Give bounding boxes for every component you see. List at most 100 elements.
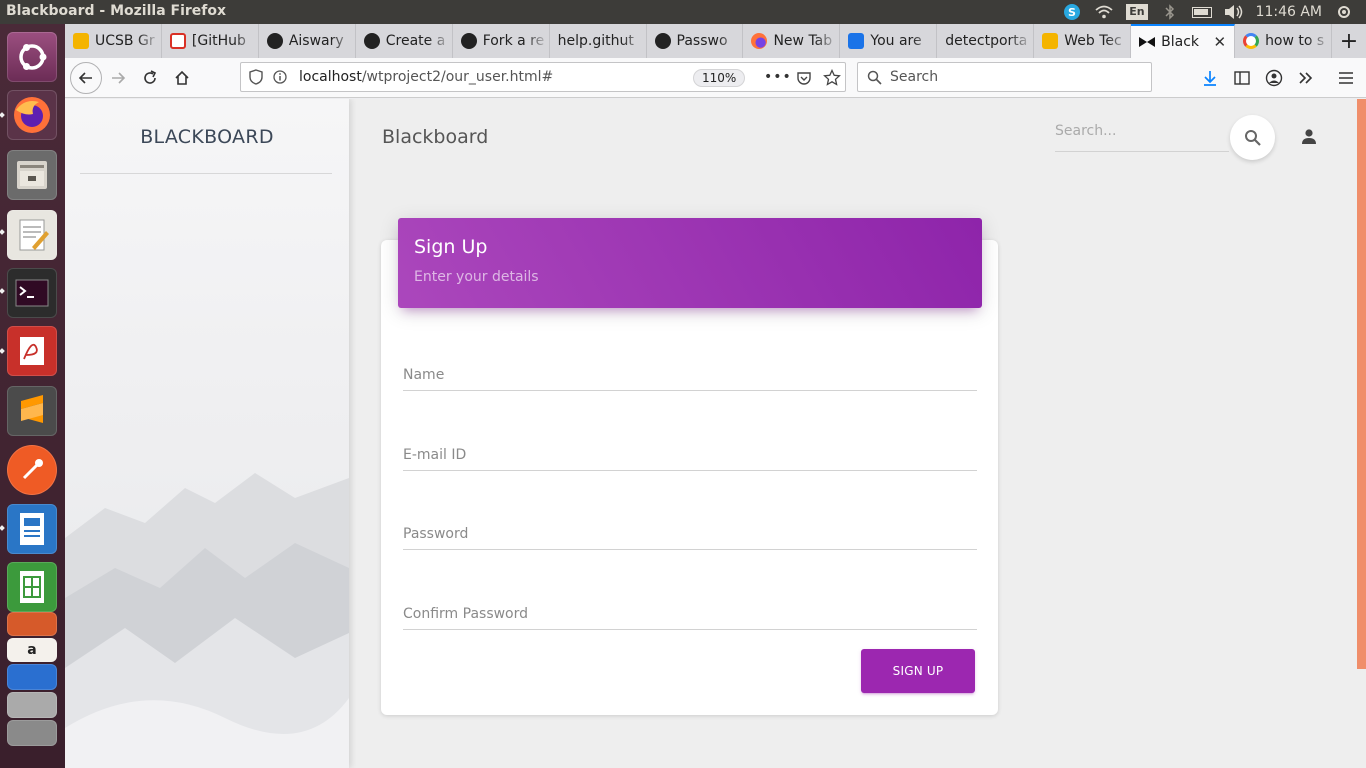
reload-button[interactable] [135, 63, 165, 93]
tab-fade [427, 24, 452, 58]
tab-fade [621, 24, 646, 58]
trash-icon[interactable] [7, 720, 57, 746]
browser-tab[interactable]: Black ✕ [1131, 24, 1236, 58]
email-field[interactable]: E-mail ID [403, 431, 977, 471]
more-apps-icon[interactable] [7, 692, 57, 718]
new-tab-button[interactable]: + [1332, 24, 1366, 58]
bluetooth-icon[interactable] [1160, 4, 1180, 20]
wifi-icon[interactable] [1094, 4, 1114, 20]
pdf-viewer-icon[interactable] [7, 326, 57, 376]
browser-tab[interactable]: Create a [356, 24, 453, 58]
power-gear-icon[interactable] [1334, 4, 1354, 20]
scrollbar-thumb[interactable] [1357, 99, 1366, 669]
volume-icon[interactable] [1224, 4, 1244, 20]
mountain-background-image [65, 473, 349, 768]
name-field[interactable]: Name [403, 351, 977, 391]
page-scrollbar[interactable] [1355, 99, 1366, 768]
terminal-icon[interactable] [7, 268, 57, 318]
bookmark-star-icon[interactable] [823, 69, 841, 87]
github-icon [363, 33, 380, 49]
web-page: BLACKBOARD Blackboard Search... Sign Up … [65, 99, 1355, 768]
battery-icon[interactable] [1191, 4, 1212, 20]
url-bar[interactable]: localhost/wtproject2/our_user.html# 110%… [240, 62, 846, 92]
signup-title: Sign Up [414, 236, 488, 258]
library-button[interactable] [1227, 63, 1257, 93]
tab-fade [1106, 24, 1131, 58]
search-icon [867, 70, 882, 85]
account-icon [1265, 69, 1283, 87]
browser-tab[interactable]: You are [840, 24, 938, 58]
browser-window: UCSB Gr [GitHub Aiswary Create a Fork a re he… [65, 24, 1366, 768]
writer-icon[interactable] [7, 504, 57, 554]
page-actions-menu-icon[interactable]: ••• [764, 69, 792, 85]
firefox-icon[interactable] [7, 90, 57, 140]
tab-bar: UCSB Gr [GitHub Aiswary Create a Fork a re he… [65, 24, 1366, 58]
postman-icon[interactable] [7, 445, 57, 495]
sidebar: BLACKBOARD [65, 99, 349, 768]
signup-button[interactable]: SIGN UP [861, 649, 975, 693]
sublime-text-icon[interactable] [7, 386, 57, 436]
web-search-input[interactable]: Search [857, 62, 1152, 92]
system-monitor-icon[interactable] [7, 664, 57, 690]
calc-icon[interactable] [7, 562, 57, 612]
browser-tab[interactable]: Aiswary [259, 24, 356, 58]
password-field[interactable]: Password [403, 510, 977, 550]
running-indicator [0, 112, 5, 118]
pocket-icon[interactable] [796, 70, 812, 86]
forward-button[interactable] [103, 63, 133, 93]
files-icon[interactable] [7, 150, 57, 200]
window-title: Blackboard - Mozilla Firefox [6, 3, 227, 19]
page-search-input[interactable]: Search... [1055, 119, 1229, 152]
sidebar-brand[interactable]: BLACKBOARD [65, 126, 349, 148]
system-tray: S En 11:46 AM [1062, 0, 1366, 24]
url-text[interactable]: localhost/wtproject2/our_user.html# [299, 69, 553, 85]
text-editor-icon[interactable] [7, 210, 57, 260]
person-icon [1302, 129, 1316, 144]
amazon-icon[interactable]: a [7, 638, 57, 662]
navigation-toolbar: localhost/wtproject2/our_user.html# 110%… [65, 58, 1366, 98]
tab-fade [815, 24, 840, 58]
tab-fade [524, 24, 549, 58]
tab-fade [136, 24, 161, 58]
hamburger-menu-button[interactable] [1331, 63, 1361, 93]
account-button[interactable] [1259, 63, 1289, 93]
overflow-button[interactable] [1291, 63, 1321, 93]
downloads-button[interactable] [1195, 63, 1225, 93]
page-search-button[interactable] [1230, 115, 1275, 160]
arrow-right-icon [112, 72, 126, 84]
tab-fade [718, 24, 743, 58]
confirm-password-field[interactable]: Confirm Password [403, 590, 977, 630]
browser-tab[interactable]: UCSB Gr [65, 24, 162, 58]
hamburger-icon [1339, 72, 1353, 84]
google-icon [1243, 33, 1260, 49]
keyboard-layout-indicator[interactable]: En [1126, 4, 1148, 20]
site-info-icon[interactable] [273, 70, 287, 84]
tab-fade [233, 24, 258, 58]
close-tab-icon[interactable]: ✕ [1213, 33, 1226, 51]
page-title[interactable]: Blackboard [382, 126, 488, 148]
browser-tab[interactable]: [GitHub [162, 24, 259, 58]
url-host: localhost [299, 69, 362, 85]
browser-tab[interactable]: Fork a re [453, 24, 550, 58]
back-button[interactable] [70, 62, 102, 94]
tab-label: Black [1161, 34, 1200, 50]
software-center-icon[interactable] [7, 612, 57, 636]
user-profile-button[interactable] [1295, 123, 1323, 151]
signup-card-header: Sign Up Enter your details [398, 218, 982, 308]
clock[interactable]: 11:46 AM [1256, 4, 1322, 20]
skype-icon[interactable]: S [1062, 4, 1082, 20]
browser-tab[interactable]: Passwo [647, 24, 744, 58]
browser-tab[interactable]: Web Tec [1034, 24, 1132, 58]
search-icon [1244, 129, 1261, 146]
ubuntu-dash-icon[interactable] [7, 32, 57, 82]
home-icon [175, 70, 189, 85]
zoom-indicator[interactable]: 110% [693, 69, 746, 87]
page-search-placeholder: Search... [1055, 123, 1117, 139]
browser-tab[interactable]: how to s [1235, 24, 1332, 58]
browser-tab[interactable]: New Tab [743, 24, 841, 58]
shield-icon[interactable] [249, 69, 263, 85]
github-icon [654, 33, 671, 49]
browser-tab[interactable]: detectporta [937, 24, 1035, 58]
browser-tab[interactable]: help.githut [550, 24, 647, 58]
home-button[interactable] [167, 63, 197, 93]
